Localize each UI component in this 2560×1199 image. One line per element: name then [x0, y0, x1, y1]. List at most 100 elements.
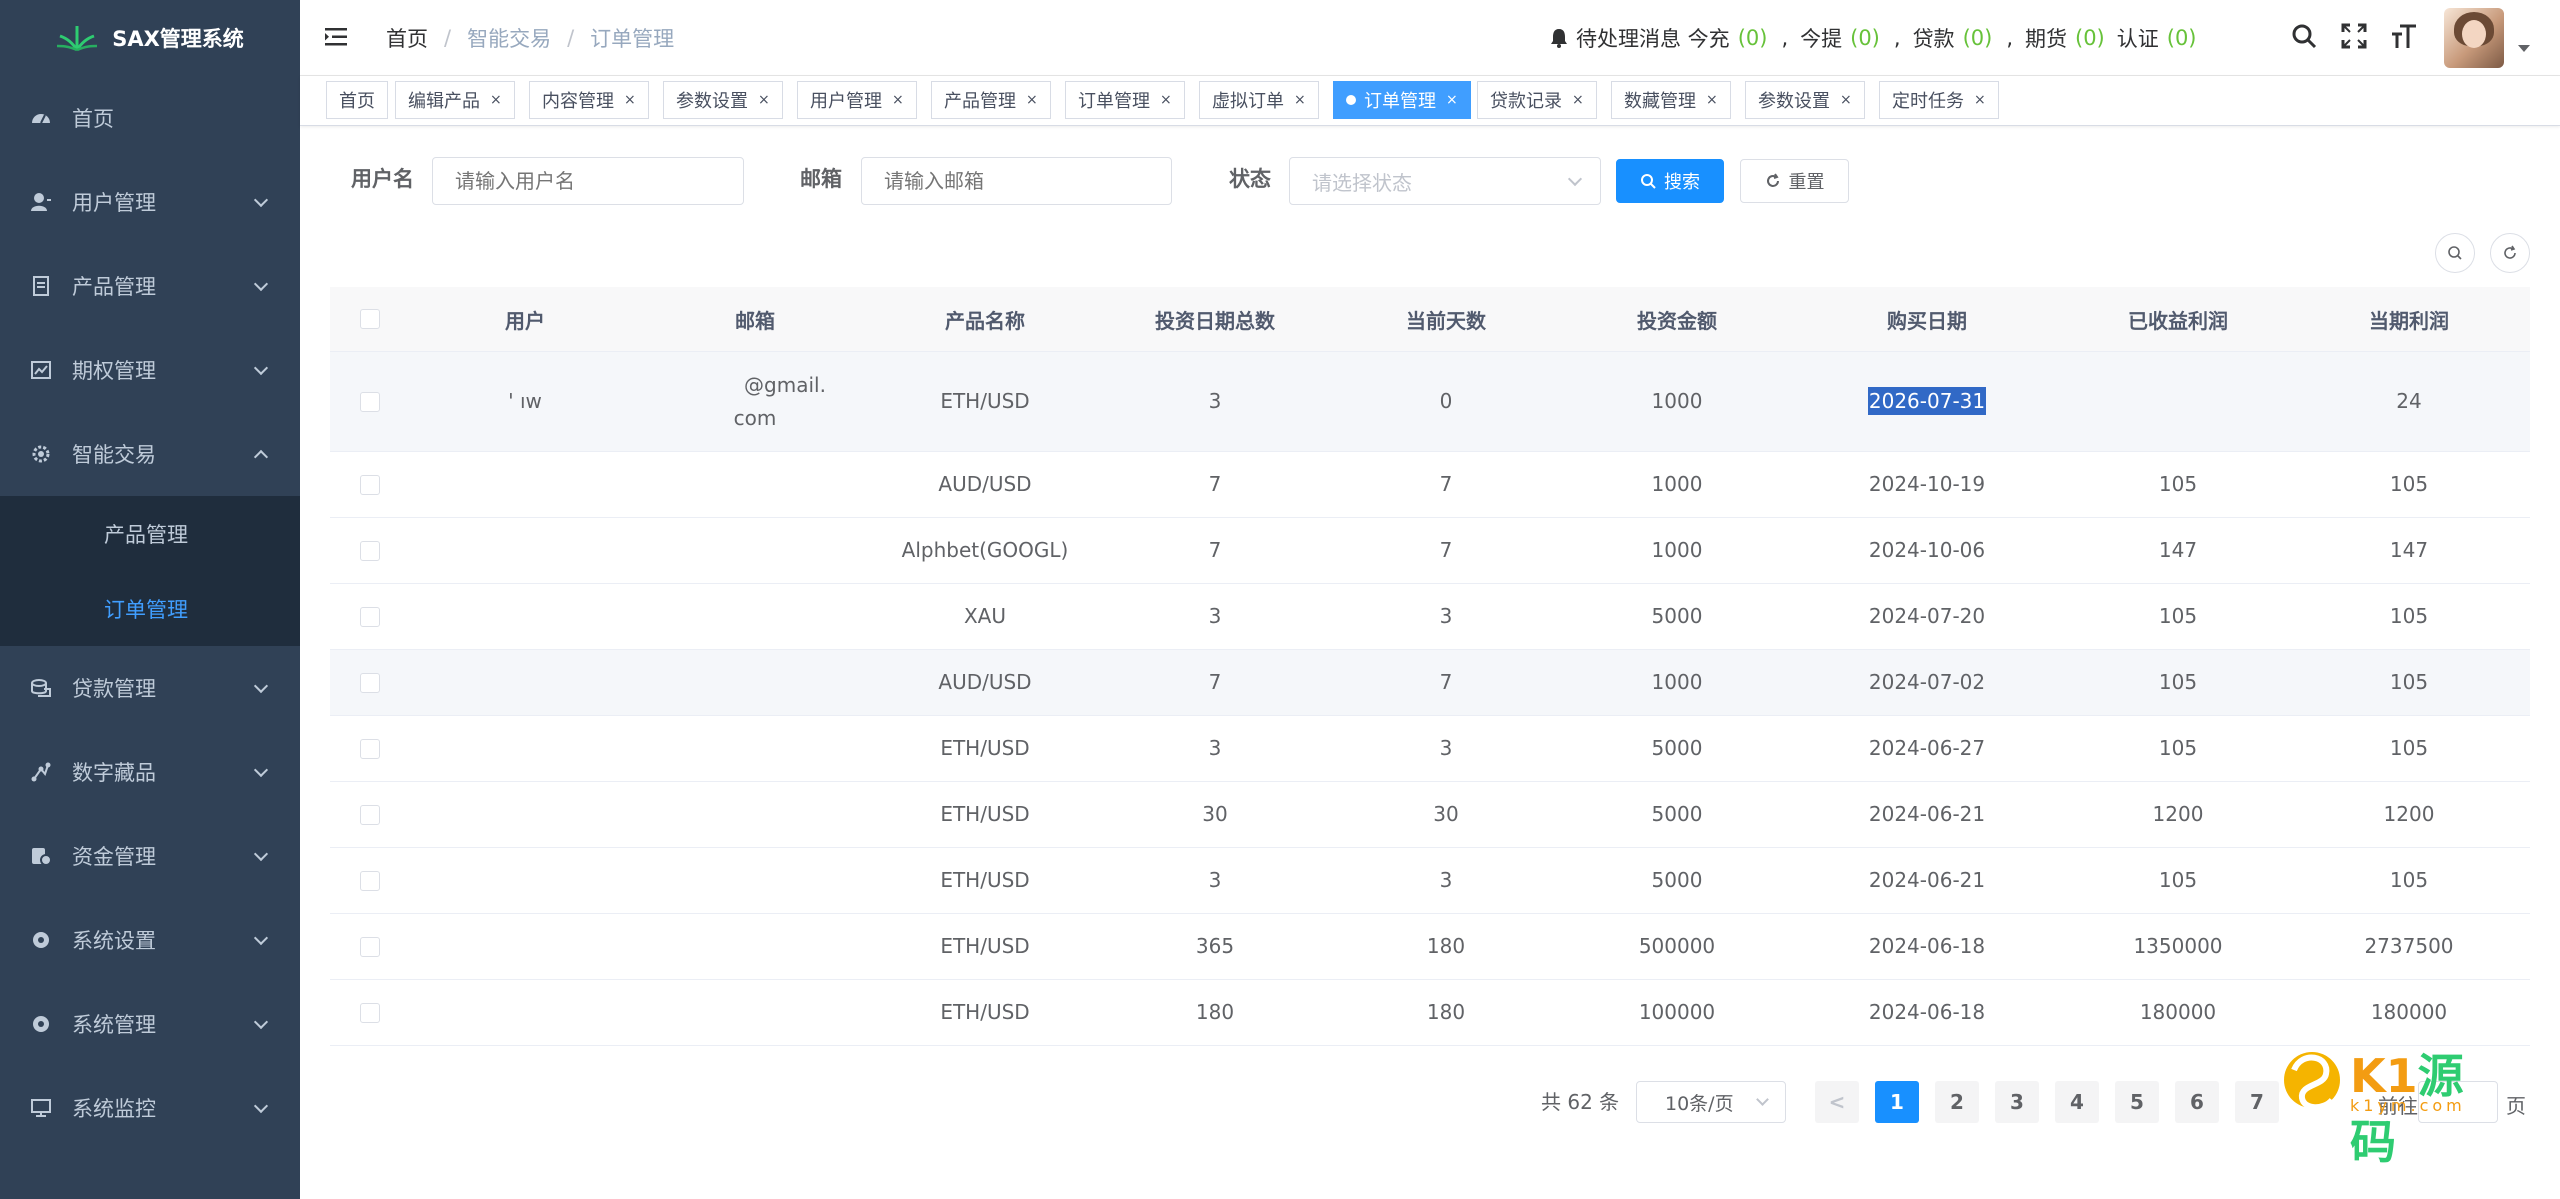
select-all-checkbox[interactable]: [360, 309, 380, 329]
sidebar-item-system-admin[interactable]: 系统管理: [0, 982, 300, 1066]
table-row[interactable]: AUD/USD 7 7 1000 2024-07-02 105 105: [330, 650, 2530, 716]
table-row[interactable]: ETH/USD 180 180 100000 2024-06-18 180000 18000…: [330, 980, 2530, 1046]
prev-page-button[interactable]: <: [1815, 1081, 1859, 1123]
close-icon[interactable]: ×: [892, 92, 904, 108]
cell-current: 7: [1439, 670, 1453, 694]
tag-4[interactable]: 用户管理 ×: [797, 81, 917, 119]
watermark-domain: k1ym.com: [2350, 1096, 2466, 1115]
page-6-button[interactable]: 6: [2175, 1081, 2219, 1123]
column-header: 投资金额: [1637, 308, 1717, 333]
cell-current: 3: [1439, 868, 1453, 892]
page-7-button[interactable]: 7: [2235, 1081, 2279, 1123]
refresh-table-button[interactable]: [2490, 233, 2530, 273]
sidebar-item-options[interactable]: 期权管理: [0, 328, 300, 412]
recharge-count[interactable]: (0): [1738, 26, 1768, 50]
search-button[interactable]: 搜索: [1616, 159, 1724, 203]
fullscreen-icon[interactable]: [2340, 22, 2368, 54]
tag-9[interactable]: 贷款记录 ×: [1477, 81, 1597, 119]
tag-3[interactable]: 参数设置 ×: [663, 81, 783, 119]
row-checkbox[interactable]: [360, 540, 380, 561]
close-icon[interactable]: ×: [490, 92, 502, 108]
tag-8[interactable]: 订单管理 ×: [1333, 81, 1471, 119]
submenu-item-products[interactable]: 产品管理: [0, 496, 300, 571]
tag-label: 编辑产品: [408, 91, 480, 112]
futures-count[interactable]: (0): [2075, 26, 2105, 50]
table-row[interactable]: XAU 3 3 5000 2024-07-20 105 105: [330, 584, 2530, 650]
sidebar-item-users[interactable]: 用户管理: [0, 160, 300, 244]
table-row[interactable]: ETH/USD 3 3 5000 2024-06-21 105 105: [330, 848, 2530, 914]
avatar[interactable]: [2444, 8, 2504, 68]
tag-6[interactable]: 订单管理 ×: [1065, 81, 1185, 119]
cell-user: ' ıw: [508, 389, 542, 413]
page-5-button[interactable]: 5: [2115, 1081, 2159, 1123]
auth-count[interactable]: (0): [2167, 26, 2197, 50]
tag-2[interactable]: 内容管理 ×: [529, 81, 649, 119]
close-icon[interactable]: ×: [1974, 92, 1986, 108]
sidebar-item-system-settings[interactable]: 系统设置: [0, 898, 300, 982]
close-icon[interactable]: ×: [758, 92, 770, 108]
sidebar-item-loans[interactable]: 贷款管理: [0, 646, 300, 730]
page-4-button[interactable]: 4: [2055, 1081, 2099, 1123]
tag-5[interactable]: 产品管理 ×: [931, 81, 1051, 119]
row-checkbox[interactable]: [360, 936, 380, 957]
username-input[interactable]: [432, 157, 744, 205]
sidebar-item-home[interactable]: 首页: [0, 76, 300, 160]
tag-10[interactable]: 数藏管理 ×: [1611, 81, 1731, 119]
row-checkbox[interactable]: [360, 804, 380, 825]
table-row[interactable]: ETH/USD 365 180 500000 2024-06-18 1350000 2737…: [330, 914, 2530, 980]
tag-1[interactable]: 编辑产品 ×: [395, 81, 515, 119]
table-row[interactable]: ETH/USD 3 3 5000 2024-06-27 105 105: [330, 716, 2530, 782]
sidebar-item-label: 数字藏品: [72, 761, 156, 785]
tag-12[interactable]: 定时任务 ×: [1879, 81, 1999, 119]
font-size-icon[interactable]: [2390, 22, 2418, 54]
caret-down-icon[interactable]: [2518, 45, 2530, 52]
email-input[interactable]: [861, 157, 1172, 205]
page-1-button[interactable]: 1: [1875, 1081, 1919, 1123]
row-checkbox[interactable]: [360, 391, 380, 412]
table-row[interactable]: Alphbet(GOOGL) 7 7 1000 2024-10-06 147 147: [330, 518, 2530, 584]
app-title: SAX管理系统: [112, 27, 244, 51]
hamburger-icon[interactable]: [324, 25, 348, 53]
close-icon[interactable]: ×: [1840, 92, 1852, 108]
row-checkbox[interactable]: [360, 672, 380, 693]
close-icon[interactable]: ×: [1026, 92, 1038, 108]
table-row[interactable]: AUD/USD 7 7 1000 2024-10-19 105 105: [330, 452, 2530, 518]
page-size-select[interactable]: 10条/页: [1636, 1081, 1786, 1123]
breadcrumb-item[interactable]: 首页: [386, 23, 428, 53]
close-icon[interactable]: ×: [1572, 92, 1584, 108]
close-icon[interactable]: ×: [624, 92, 636, 108]
reset-button[interactable]: 重置: [1740, 159, 1849, 203]
search-icon[interactable]: [2290, 22, 2318, 54]
sidebar-item-smart-trading[interactable]: 智能交易: [0, 412, 300, 496]
tag-11[interactable]: 参数设置 ×: [1745, 81, 1865, 119]
loan-count[interactable]: (0): [1963, 26, 1993, 50]
app-logo[interactable]: SAX管理系统: [0, 0, 300, 76]
sidebar-item-products[interactable]: 产品管理: [0, 244, 300, 328]
close-icon[interactable]: ×: [1706, 92, 1718, 108]
submenu-item-orders[interactable]: 订单管理: [0, 571, 300, 646]
tag-0[interactable]: 首页: [326, 81, 388, 119]
table-row[interactable]: ETH/USD 30 30 5000 2024-06-21 1200 1200: [330, 782, 2530, 848]
status-select[interactable]: 请选择状态: [1289, 157, 1601, 205]
cell-date: 2026-07-31: [1792, 385, 2062, 418]
row-checkbox[interactable]: [360, 1002, 380, 1023]
row-checkbox[interactable]: [360, 606, 380, 627]
close-icon[interactable]: ×: [1294, 92, 1306, 108]
status-label: 状态: [1229, 167, 1271, 191]
toggle-search-button[interactable]: [2435, 233, 2475, 273]
row-checkbox[interactable]: [360, 738, 380, 759]
row-checkbox[interactable]: [360, 474, 380, 495]
cell-profit: 1200: [2383, 802, 2435, 826]
close-icon[interactable]: ×: [1160, 92, 1172, 108]
page-3-button[interactable]: 3: [1995, 1081, 2039, 1123]
sidebar-item-collectibles[interactable]: 数字藏品: [0, 730, 300, 814]
page-2-button[interactable]: 2: [1935, 1081, 1979, 1123]
sidebar-item-funds[interactable]: 资金管理: [0, 814, 300, 898]
tag-7[interactable]: 虚拟订单 ×: [1199, 81, 1319, 119]
withdraw-count[interactable]: (0): [1850, 26, 1880, 50]
pending-notice[interactable]: 待处理消息 今充 (0), 今提 (0), 贷款 (0), 期货 (0) 认证 …: [1548, 0, 2205, 76]
sidebar-item-system-monitor[interactable]: 系统监控: [0, 1066, 300, 1150]
row-checkbox[interactable]: [360, 870, 380, 891]
close-icon[interactable]: ×: [1446, 92, 1458, 108]
table-row[interactable]: ' ıw @gmail. com ETH/USD 3 0 1000 2026-07-31 24: [330, 352, 2530, 452]
